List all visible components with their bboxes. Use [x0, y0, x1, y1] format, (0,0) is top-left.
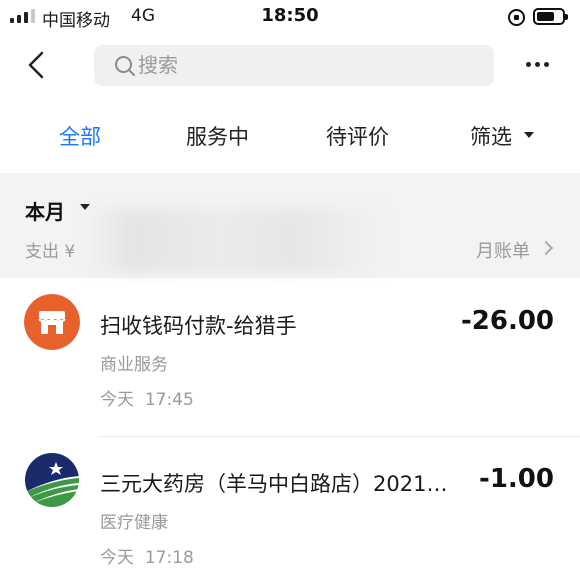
redacted-amount: [86, 209, 386, 273]
transaction-time: 今天 17:18: [100, 548, 194, 568]
tab-in-service[interactable]: 服务中: [186, 121, 249, 151]
transaction-title: 三元大药房（羊马中白路店）2021…: [100, 472, 448, 496]
storefront-icon: [24, 294, 80, 350]
search-icon: [114, 55, 136, 77]
status-time: 18:50: [261, 5, 319, 26]
transaction-category: 商业服务: [100, 355, 168, 375]
month-selector[interactable]: 本月: [25, 196, 65, 225]
battery-icon: [533, 8, 568, 25]
search-input[interactable]: 搜索: [138, 45, 178, 86]
divider: [98, 436, 580, 437]
transaction-item[interactable]: 三元大药房（羊马中白路店）2021… -1.00 医疗健康 今天 17:18: [0, 440, 580, 588]
transaction-amount: -1.00: [479, 464, 554, 494]
spend-total-label: 支出 ¥: [25, 242, 76, 262]
search-box[interactable]: 搜索: [94, 45, 494, 86]
pharmacy-logo-icon: [24, 452, 80, 508]
transaction-item[interactable]: 扫收钱码付款-给猎手 -26.00 商业服务 今天 17:45: [0, 282, 580, 432]
more-options-icon[interactable]: [526, 62, 549, 67]
back-icon[interactable]: [22, 50, 52, 80]
status-bar: 中国移动 4G 18:50: [0, 0, 580, 34]
transaction-amount: -26.00: [460, 306, 554, 336]
caret-down-icon[interactable]: [524, 132, 534, 138]
monthly-bill-link[interactable]: 月账单: [476, 237, 530, 263]
transaction-time: 今天 17:45: [100, 390, 194, 410]
transaction-category: 医疗健康: [100, 513, 168, 533]
tab-pending-review[interactable]: 待评价: [326, 121, 389, 151]
month-summary: 本月 支出 ¥ 月账单: [0, 173, 580, 278]
transaction-title: 扫收钱码付款-给猎手: [100, 314, 297, 338]
chevron-right-icon[interactable]: [538, 240, 554, 256]
tab-all[interactable]: 全部: [59, 121, 101, 151]
orientation-lock-icon: [508, 9, 525, 26]
tab-filter[interactable]: 筛选: [470, 121, 512, 151]
